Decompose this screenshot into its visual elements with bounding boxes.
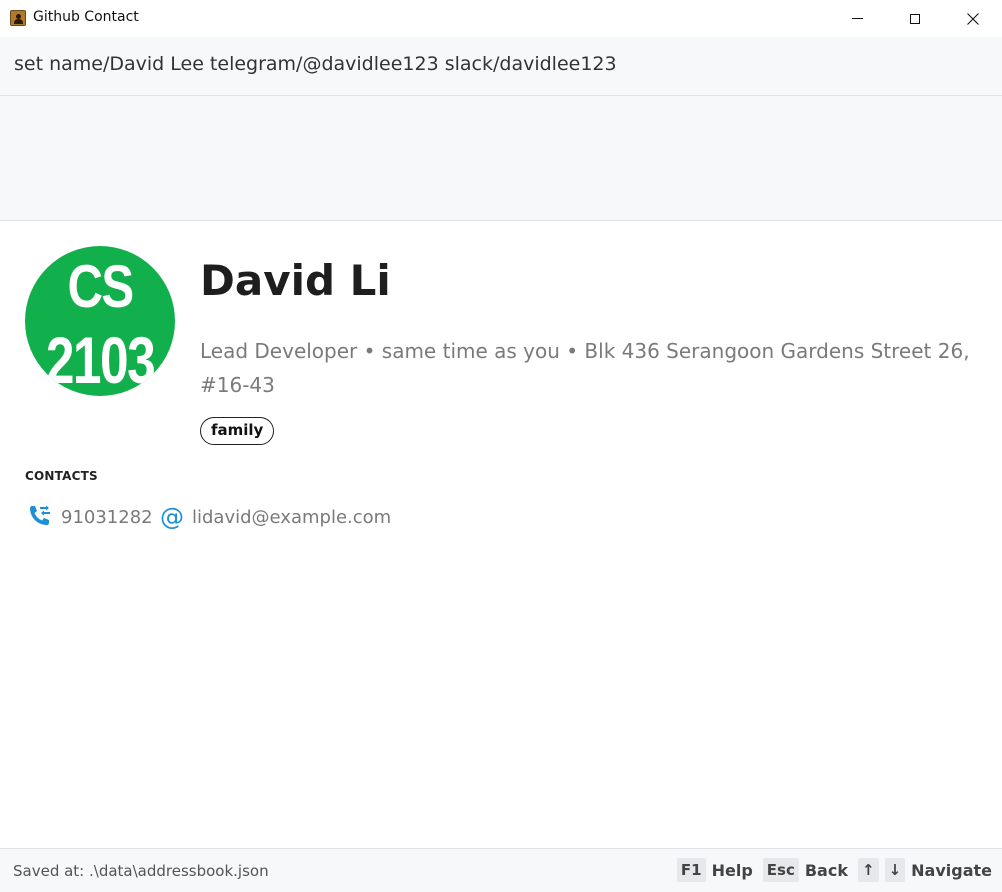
key-f1[interactable]: F1 — [676, 858, 706, 882]
key-esc[interactable]: Esc — [762, 858, 799, 882]
status-bar: Saved at: .\data\addressbook.json F1 Hel… — [0, 848, 1002, 892]
contacts-heading: CONTACTS — [25, 469, 98, 483]
save-location: Saved at: .\data\addressbook.json — [13, 862, 269, 880]
avatar: CS 2103 — [25, 246, 175, 396]
contact-book-icon — [10, 10, 26, 26]
person-details: Lead Developer • same time as you • Blk … — [200, 339, 970, 397]
title-bar: Github Contact — [0, 0, 1002, 37]
avatar-text-bottom: 2103 — [45, 323, 156, 396]
minimize-icon — [851, 18, 863, 19]
close-icon — [967, 12, 979, 25]
phone-transfer-icon — [27, 504, 53, 530]
shortcut-navigate-label: Navigate — [911, 860, 992, 880]
minimize-button[interactable] — [828, 0, 886, 37]
person-name: David Li — [200, 256, 391, 305]
maximize-button[interactable] — [886, 0, 944, 37]
phone-contact[interactable]: 91031282 — [27, 503, 153, 531]
at-sign-icon: @ — [160, 503, 184, 531]
avatar-text-top: CS — [67, 253, 134, 320]
phone-number: 91031282 — [61, 506, 153, 528]
shortcut-hints: F1 Help Esc Back ↑ ↓ Navigate — [676, 858, 992, 882]
window-title: Github Contact — [33, 9, 139, 25]
command-input[interactable] — [14, 53, 974, 75]
shortcut-help-label: Help — [711, 860, 753, 880]
close-button[interactable] — [944, 0, 1002, 37]
tag-family[interactable]: family — [200, 417, 275, 445]
key-down-arrow[interactable]: ↓ — [884, 858, 906, 882]
email-contact[interactable]: @ lidavid@example.com — [160, 503, 391, 531]
shortcut-back-label: Back — [804, 860, 848, 880]
email-address: lidavid@example.com — [192, 506, 392, 528]
command-box — [0, 37, 1002, 96]
result-display — [0, 96, 1002, 221]
maximize-icon — [910, 13, 920, 24]
key-up-arrow[interactable]: ↑ — [857, 858, 879, 882]
